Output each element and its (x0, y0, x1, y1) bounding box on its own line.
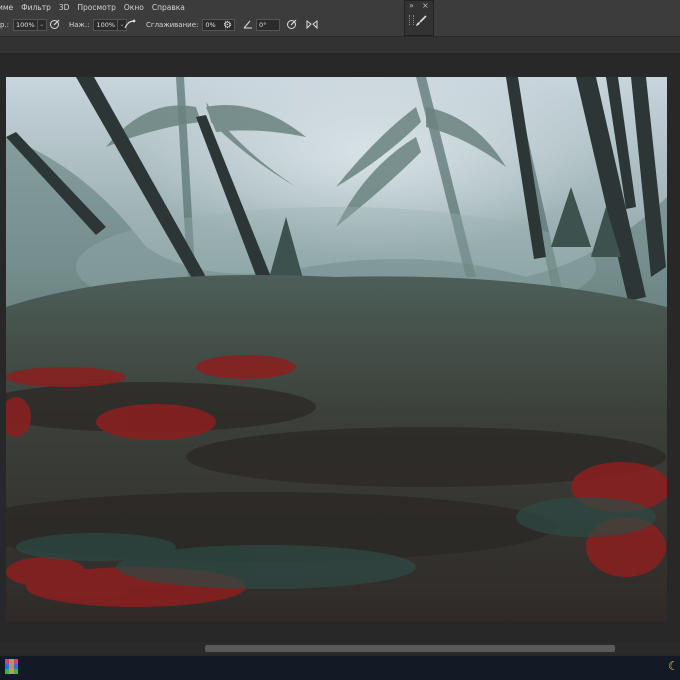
menu-item-3d[interactable]: 3D (59, 3, 70, 12)
opacity-dropdown[interactable]: ⌄ (37, 19, 47, 31)
menu-item-filter[interactable]: Фильтр (21, 3, 51, 12)
winrar-icon[interactable] (5, 659, 18, 674)
moon-icon[interactable]: ☾ (668, 659, 679, 673)
collapse-panel-button[interactable]: » (409, 1, 414, 10)
angle-field[interactable]: 0° (256, 19, 280, 31)
airbrush-icon[interactable] (124, 19, 136, 32)
collapsed-panel-dock: » × (404, 0, 434, 36)
pressure-label: Наж.: (69, 21, 90, 29)
options-bar: р.: 100% ⌄ Наж.: 100% ⌄ Сглаживание: 0% ⌄ ⚙… (0, 14, 680, 37)
document-tab-strip (0, 37, 680, 53)
symmetry-icon[interactable] (306, 19, 318, 32)
pressure-opacity-icon[interactable] (49, 19, 60, 32)
settings-gear-icon[interactable]: ⚙ (223, 20, 232, 31)
pressure-field[interactable]: 100% (93, 19, 119, 31)
menu-item-help[interactable]: Справка (152, 3, 185, 12)
taskbar (0, 656, 680, 680)
menu-bar: име Фильтр 3D Просмотр Окно Справка (0, 0, 680, 14)
opacity-field[interactable]: 100% (13, 19, 38, 31)
menu-item-window[interactable]: Окно (124, 3, 144, 12)
panel-grip[interactable] (409, 15, 414, 25)
forest-painting (6, 77, 667, 621)
menu-item-image[interactable]: име (0, 3, 13, 12)
menu-item-view[interactable]: Просмотр (77, 3, 116, 12)
close-panel-button[interactable]: × (422, 1, 429, 10)
pressure-size-icon[interactable] (286, 19, 297, 32)
document-canvas[interactable] (6, 77, 667, 621)
horizontal-scroll-thumb[interactable] (205, 645, 615, 652)
smoothing-label: Сглаживание: (146, 21, 199, 29)
brush-icon[interactable] (415, 15, 427, 29)
opacity-label: р.: (0, 21, 10, 29)
angle-icon (243, 19, 253, 31)
